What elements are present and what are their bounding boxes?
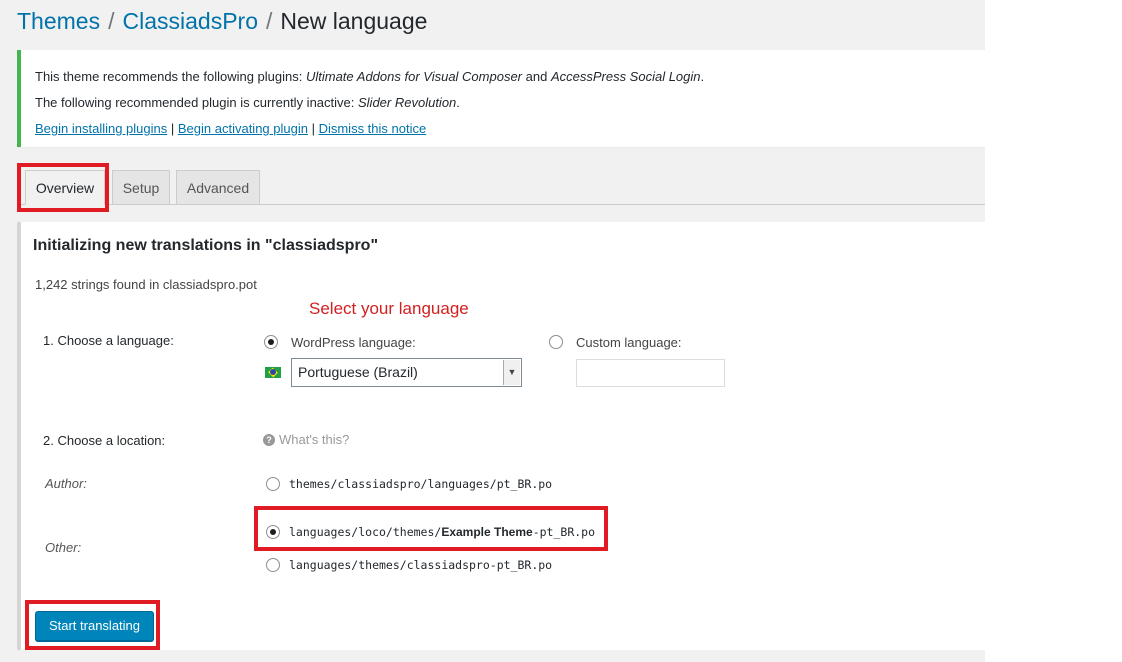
plugin-name: Ultimate Addons for Visual Composer (305, 69, 523, 84)
location-other1-radio[interactable] (266, 525, 280, 539)
link-separator: | (307, 121, 319, 136)
tab-advanced[interactable]: Advanced (176, 170, 260, 205)
notice-links: Begin installing plugins | Begin activat… (35, 121, 426, 136)
language-select[interactable]: Portuguese (Brazil) ▼ (291, 358, 522, 387)
question-circle-icon[interactable]: ? (263, 434, 275, 446)
dismiss-notice-link[interactable]: Dismiss this notice (319, 121, 427, 136)
notice-recommend-text: This theme recommends the following plug… (35, 69, 704, 84)
path-prefix: languages/loco/themes/ (289, 525, 442, 539)
plugin-name: Slider Revolution (358, 95, 457, 110)
wordpress-language-label: WordPress language: (291, 335, 416, 350)
notice-text: and (522, 69, 551, 84)
path-theme-name: Example Theme (441, 525, 533, 539)
breadcrumb-separator: / (108, 8, 115, 34)
begin-activating-link[interactable]: Begin activating plugin (178, 121, 308, 136)
custom-language-label: Custom language: (576, 335, 682, 350)
tab-overview[interactable]: Overview (25, 170, 105, 205)
notice-text: The following recommended plugin is curr… (35, 95, 358, 110)
chevron-down-icon[interactable]: ▼ (503, 360, 520, 385)
language-select-value: Portuguese (Brazil) (298, 364, 418, 380)
brazil-flag-icon (265, 367, 281, 378)
new-language-panel: Initializing new translations in "classi… (17, 222, 985, 650)
admin-content-area: Themes / ClassiadsPro / New language This th… (0, 0, 985, 662)
notice-text: This theme recommends the following plug… (35, 69, 306, 84)
notice-text: . (700, 69, 705, 84)
custom-language-input[interactable] (576, 359, 725, 387)
location-author-path: themes/classiadspro/languages/pt_BR.po (289, 477, 553, 491)
location-other2-radio[interactable] (266, 558, 280, 572)
breadcrumb-theme-link[interactable]: ClassiadsPro (122, 8, 258, 34)
link-separator: | (167, 121, 178, 136)
other-label: Other: (45, 540, 82, 555)
notice-text: . (456, 95, 460, 110)
author-label: Author: (45, 476, 87, 491)
choose-language-label: 1. Choose a language: (43, 333, 174, 348)
wordpress-language-radio[interactable] (264, 335, 278, 349)
choose-location-label: 2. Choose a location: (43, 433, 166, 448)
breadcrumb-separator: / (265, 8, 273, 34)
start-translating-button[interactable]: Start translating (35, 611, 154, 641)
location-other1-path: languages/loco/themes/Example Theme-pt_B… (289, 525, 595, 539)
notice-inactive-text: The following recommended plugin is curr… (35, 95, 460, 110)
select-language-hint: Select your language (309, 299, 469, 318)
begin-installing-link[interactable]: Begin installing plugins (35, 121, 167, 136)
page-title: New language (280, 8, 428, 34)
panel-title: Initializing new translations in "classi… (33, 237, 379, 254)
whats-this-link[interactable]: What's this? (279, 432, 349, 447)
location-author-radio[interactable] (266, 477, 280, 491)
strings-found-text: 1,242 strings found in classiadspro.pot (35, 277, 257, 292)
tab-setup[interactable]: Setup (112, 170, 170, 205)
path-suffix: -pt_BR.po (532, 525, 596, 539)
breadcrumb: Themes / ClassiadsPro / New language (17, 6, 427, 36)
custom-language-radio[interactable] (549, 335, 563, 349)
breadcrumb-themes-link[interactable]: Themes (17, 8, 100, 34)
plugin-name: AccessPress Social Login (550, 69, 701, 84)
plugin-notice: This theme recommends the following plug… (17, 50, 985, 147)
location-other2-path: languages/themes/classiadspro-pt_BR.po (289, 558, 553, 572)
